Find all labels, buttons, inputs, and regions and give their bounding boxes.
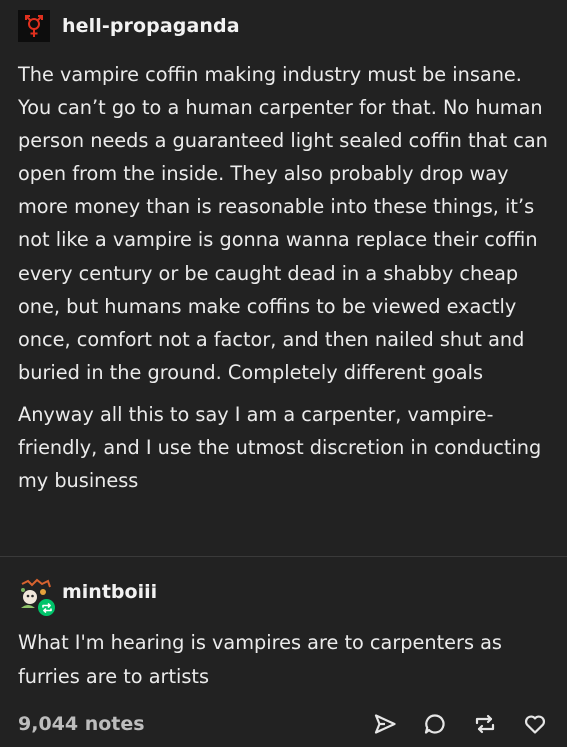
share-button[interactable] [371,710,399,738]
venus-mars-symbol-icon [25,15,43,37]
share-icon [374,714,396,734]
reply-button[interactable] [421,710,449,738]
post-actions [349,710,549,738]
blog-name[interactable]: hell-propaganda [62,15,240,37]
post-paragraph: The vampire coffin making industry must … [18,63,548,384]
reblog-icon [475,714,495,734]
notes-count[interactable]: 9,044 notes [18,713,349,735]
tumblr-post: hell-propaganda The vampire coffin makin… [0,0,567,747]
like-button[interactable] [521,710,549,738]
reblog-divider [0,556,567,557]
reply-icon [424,714,445,734]
reblog-button[interactable] [471,710,499,738]
post-paragraph: Anyway all this to say I am a carpenter,… [18,402,542,493]
like-icon [524,715,546,734]
reblog-body: What I'm hearing is vampires are to carp… [18,631,502,688]
post-body: The vampire coffin making industry must … [18,58,553,497]
post-footer: 9,044 notes [18,706,549,742]
reblog-avatar[interactable] [18,578,58,618]
post-header: hell-propaganda [18,10,240,42]
reblog-icon [41,602,52,613]
avatar[interactable] [18,10,50,42]
reblog-badge [36,597,57,618]
reblog-blog-name[interactable]: mintboiii [62,581,157,603]
reblog-header: mintboiii [18,578,157,618]
